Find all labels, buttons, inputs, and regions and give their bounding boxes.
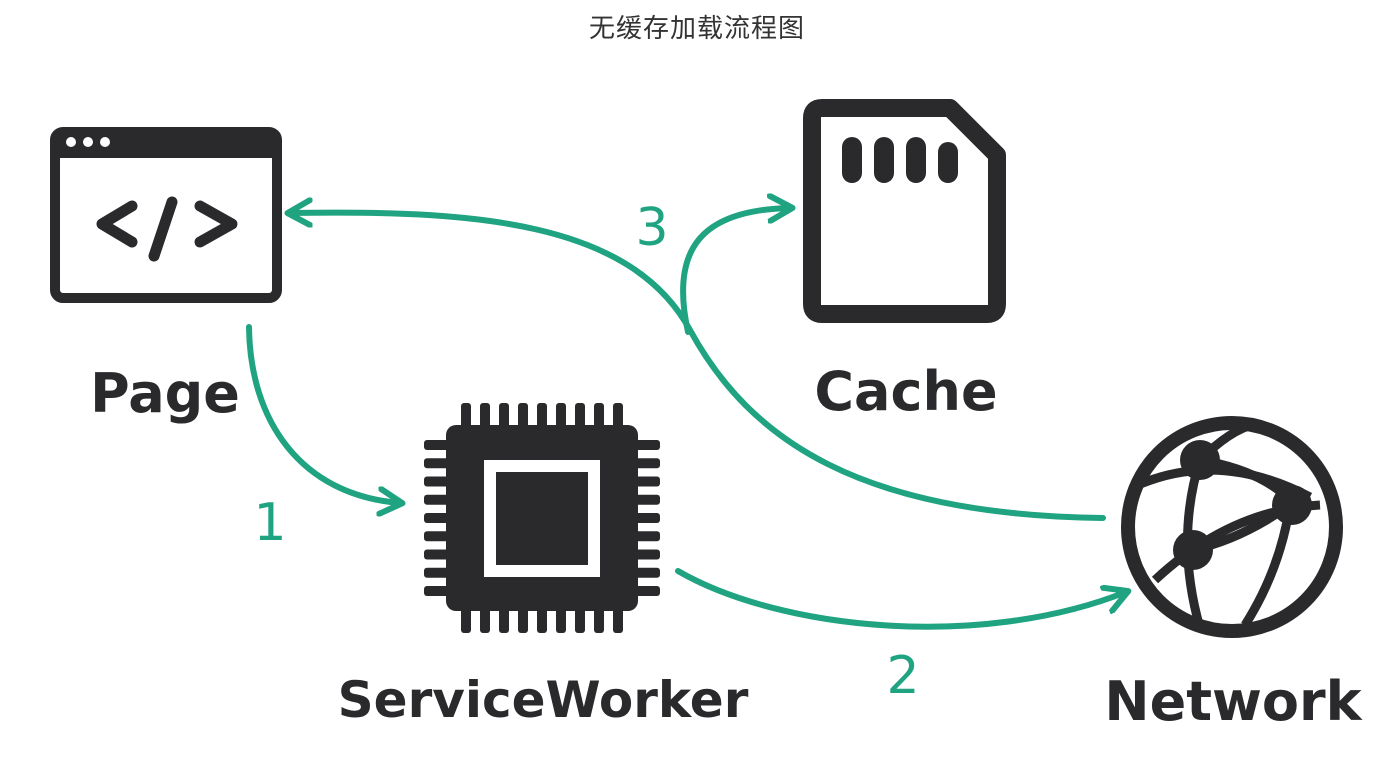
step-1-label: 1 <box>253 493 286 553</box>
arrow-service-worker-to-network <box>675 568 1126 630</box>
flow-diagram: Page Cache ServiceWorker Network 1 2 3 <box>50 99 1363 733</box>
sd-card-icon <box>803 99 1006 323</box>
browser-code-icon <box>50 127 282 303</box>
network-label: Network <box>1104 670 1362 733</box>
arrow-branch-to-cache <box>680 208 790 335</box>
page-label: Page <box>90 362 240 425</box>
cpu-chip-icon <box>424 403 660 633</box>
step-2-label: 2 <box>886 646 919 706</box>
globe-network-icon <box>1121 416 1343 638</box>
cache-label: Cache <box>814 360 997 423</box>
step-3-label: 3 <box>635 198 668 258</box>
service-worker-label: ServiceWorker <box>338 671 749 729</box>
arrow-page-to-service-worker <box>246 324 400 503</box>
